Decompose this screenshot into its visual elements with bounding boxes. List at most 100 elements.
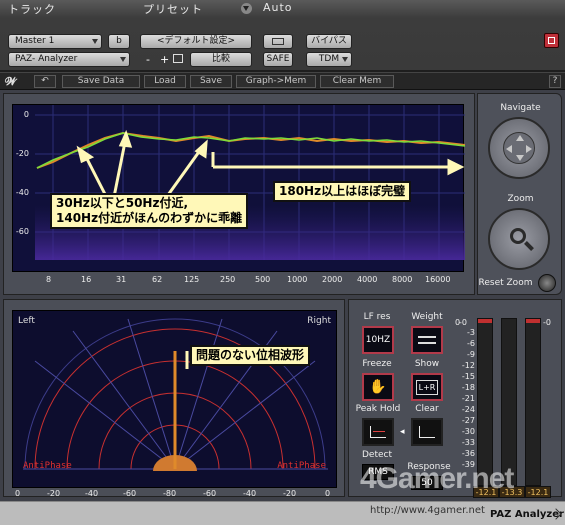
automation-button[interactable] (263, 34, 293, 49)
meter-scale-top: -0 (459, 318, 467, 327)
phase-right-label: Right (307, 316, 331, 326)
chevron-down-icon (342, 57, 348, 62)
navigate-pad[interactable] (488, 117, 550, 179)
graph-to-mem-button[interactable]: Graph->Mem (236, 75, 316, 88)
meter-scale-zero: 0 (455, 318, 461, 327)
x-tick: -80 (163, 489, 177, 498)
y-tick: -60 (15, 227, 29, 236)
x-tick: 4000 (357, 275, 378, 284)
preset-plus-button[interactable]: + (160, 53, 169, 66)
x-tick: -40 (243, 489, 257, 498)
safe-button[interactable]: SAFE (263, 52, 293, 67)
annotation-line: 30Hz以下と50Hz付近, (56, 196, 189, 210)
x-tick: 62 (152, 275, 163, 284)
meter-left (477, 318, 493, 486)
watermark-logo: 4Gamer.net (360, 462, 514, 495)
zoom-knob[interactable] (488, 208, 550, 270)
peak-hold-button[interactable] (362, 418, 394, 446)
undo-button[interactable]: ↶ (34, 75, 56, 88)
phase-display[interactable]: Left Right AntiPhase AntiPhase (12, 310, 337, 488)
tdm-select[interactable]: TDM (306, 52, 352, 67)
preset-menu-icon[interactable] (241, 3, 252, 14)
chevron-down-icon (120, 57, 126, 62)
footer-bar: http://www.4gamer.net PAZ Analyzer (0, 501, 565, 525)
help-button[interactable]: ? (549, 75, 561, 88)
load-button[interactable]: Load (144, 75, 186, 88)
lf-res-button[interactable]: 10HZ (362, 326, 394, 354)
waves-toolbar: 𝓦 ↶ Save Data Load Save Graph->Mem Clear… (0, 72, 565, 90)
live-trace (36, 132, 465, 169)
freeze-label: Freeze (362, 359, 392, 369)
phase-x-axis: 0 -20 -40 -60 -80 -60 -40 -20 0 (12, 489, 337, 500)
x-tick: -60 (203, 489, 217, 498)
save-data-button[interactable]: Save Data (62, 75, 140, 88)
x-tick: 250 (220, 275, 236, 284)
show-value: L+R (416, 380, 438, 395)
chevron-left-icon: ◂ (400, 427, 405, 437)
x-tick: 31 (116, 275, 127, 284)
preset-select[interactable]: <デフォルト設定> (140, 34, 252, 49)
show-label: Show (414, 359, 440, 369)
plugin-close-button[interactable] (544, 33, 559, 48)
track-section-title: トラック (8, 3, 56, 16)
reset-zoom-button[interactable] (538, 274, 556, 292)
annotation-low-freq: 30Hz以下と50Hz付近, 140Hz付近がほんのわずかに乖離 (50, 193, 249, 229)
clear-label: Clear (415, 404, 439, 414)
x-tick: -20 (47, 489, 61, 498)
clear-button[interactable] (411, 418, 443, 446)
compare-button[interactable]: 比較 (190, 52, 252, 67)
lf-res-label: LF res (363, 312, 391, 322)
x-tick: -40 (85, 489, 99, 498)
track-select[interactable]: Master 1 (8, 34, 102, 49)
x-tick: 500 (255, 275, 271, 284)
clear-mem-button[interactable]: Clear Mem (320, 75, 394, 88)
weight-label: Weight (411, 312, 443, 322)
x-tick: 125 (184, 275, 200, 284)
watermark-url: http://www.4gamer.net (370, 505, 485, 516)
freeze-button[interactable]: ✋ (362, 373, 394, 401)
meter-scale-top: -0 (543, 318, 551, 327)
save-button[interactable]: Save (190, 75, 232, 88)
waves-logo-icon: 𝓦 (5, 75, 17, 88)
chevron-down-icon (92, 39, 98, 44)
weight-button[interactable] (411, 326, 443, 354)
annotation-line: 140Hz付近がほんのわずかに乖離 (56, 211, 243, 225)
bypass-button[interactable]: バイパス (306, 34, 352, 49)
show-button[interactable]: L+R (411, 373, 443, 401)
meter-readout-right: -12.1 (525, 486, 551, 498)
analyzer-x-axis: 8 16 31 62 125 250 500 1000 2000 4000 80… (12, 273, 464, 287)
antiphase-right-label: AntiPhase (277, 461, 326, 471)
clear-icon (419, 426, 435, 438)
preset-section-title: プリセット (143, 3, 203, 16)
move-icon (503, 132, 535, 164)
y-tick: 0 (23, 110, 29, 119)
track-letter-button[interactable]: b (108, 34, 130, 49)
hand-icon: ✋ (369, 379, 387, 395)
y-tick: -40 (15, 188, 29, 197)
magnifier-icon (510, 228, 526, 244)
plugin-select[interactable]: PAZ- Analyzer (8, 52, 130, 67)
peak-hold-icon (370, 426, 386, 438)
reset-zoom-label: Reset Zoom (478, 278, 533, 288)
preset-minus-button[interactable]: - (146, 53, 150, 66)
annotation-phase: 問題のない位相波形 (190, 345, 311, 366)
x-tick: 16 (81, 275, 92, 284)
meter-mid (501, 318, 517, 486)
plugin-name: PAZ- Analyzer (15, 54, 78, 64)
detect-label: Detect (361, 450, 392, 460)
auto-section-title: Auto (263, 1, 293, 14)
x-tick: 1000 (287, 275, 308, 284)
window-icon (548, 37, 555, 44)
navigate-panel: Navigate Zoom Reset Zoom (477, 93, 562, 295)
antiphase-left-label: AntiPhase (23, 461, 72, 471)
copy-icon[interactable] (173, 54, 183, 63)
zoom-label: Zoom (507, 194, 534, 204)
meter-scale: -3 -6 -9 -12 -15 -18 -21 -24 -27 -30 -33… (461, 328, 475, 469)
x-tick: -20 (283, 489, 297, 498)
meter-right (525, 318, 541, 486)
y-tick: -20 (15, 149, 29, 158)
x-tick: 16000 (425, 275, 451, 284)
annotation-high-freq: 180Hz以上はほぼ完璧 (273, 181, 412, 202)
x-tick: 0 (325, 489, 331, 498)
x-tick: -60 (123, 489, 137, 498)
